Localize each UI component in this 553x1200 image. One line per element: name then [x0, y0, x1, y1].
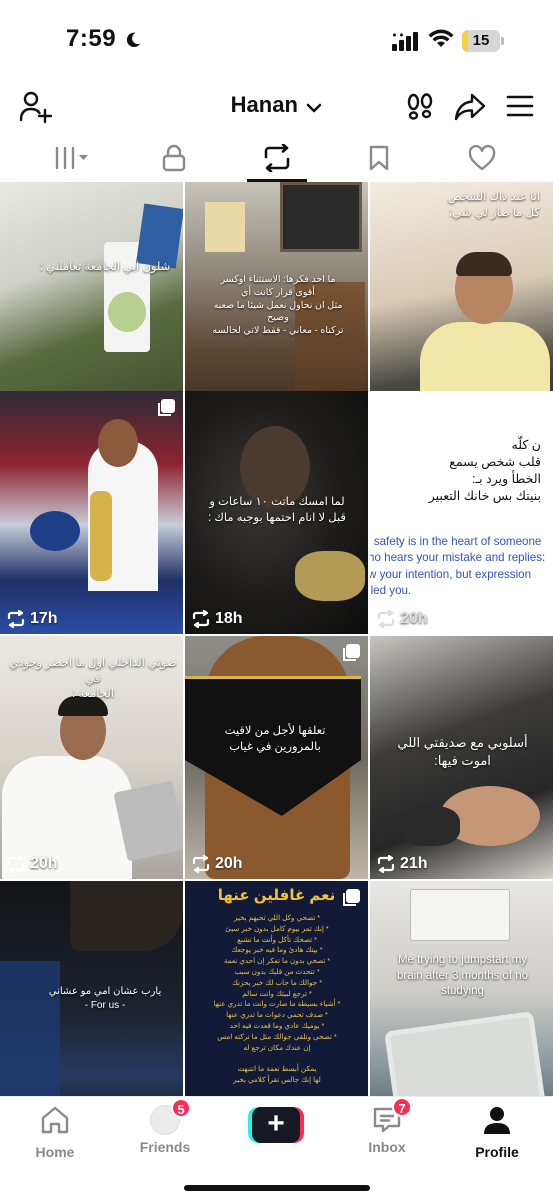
multi-photo-icon [343, 889, 360, 906]
overlay-caption: أسلوبي مع صديقتي اللي اموت فيها: [397, 735, 528, 768]
friends-badge: 5 [171, 1098, 191, 1118]
home-indicator [184, 1185, 370, 1191]
grid-item[interactable]: ن كلّه قلب شخص يسمع الخطأ ويرد بـ: بنيتك… [370, 391, 553, 634]
moon-icon [126, 32, 141, 48]
repost-icon [377, 610, 395, 628]
overlay-caption-arabic: ن كلّه قلب شخص يسمع الخطأ ويرد بـ: بنيتك… [428, 438, 541, 503]
wifi-icon [428, 29, 454, 47]
plus-icon: + [252, 1107, 300, 1143]
view-count: 21h [376, 855, 428, 873]
home-icon [41, 1106, 69, 1134]
overlay-caption-english: l safety is in the heart of someone ho h… [370, 535, 546, 598]
nav-label-profile: Profile [475, 1144, 519, 1160]
overlay-caption: تعلقها لأجل من لاقيت بالمرورين في غياب [224, 725, 326, 753]
repost-icon [377, 855, 395, 873]
repost-icon [7, 610, 25, 628]
view-count: 20h [6, 855, 58, 873]
share-icon[interactable] [454, 92, 486, 122]
grid-item[interactable]: نعم غافلين عنها * تصحي وكل اللي تحبهم بخ… [185, 881, 368, 1096]
profile-header: Hanan [0, 80, 553, 130]
inbox-icon: 7 [372, 1097, 412, 1135]
overlay-caption: لما امسك ماتت ١٠ ساعات و قبل لا انام احت… [208, 496, 346, 524]
tab-videos[interactable] [17, 134, 127, 182]
overlay-caption: شلون ابي الجامعة تعاملني : [39, 261, 171, 273]
repost-icon [264, 144, 290, 172]
battery-icon: 15 [462, 30, 504, 52]
tab-favorites[interactable] [324, 134, 434, 182]
repost-icon [192, 610, 210, 628]
lock-icon [162, 144, 186, 172]
overlay-caption: ما احد فكرها: الاستثناء اوكسر أقوى قرار … [212, 274, 344, 337]
nav-label-inbox: Inbox [368, 1139, 406, 1155]
multi-photo-icon [158, 399, 175, 416]
bookmark-icon [369, 145, 389, 171]
grid-item[interactable]: أسلوبي مع صديقتي اللي اموت فيها: 21h [370, 636, 553, 879]
view-count: 17h [6, 610, 58, 628]
chevron-down-icon [307, 103, 322, 113]
status-bar: 7:59 15 [0, 0, 553, 80]
footprints-icon[interactable] [405, 92, 435, 122]
grid-item[interactable]: شلون ابي الجامعة تعاملني : 1h [0, 182, 183, 425]
status-time: 7:59 [66, 25, 117, 52]
overlay-caption: * تصحي وكل اللي تحبهم بخير * إنك تمر بيو… [213, 913, 341, 1084]
multi-photo-icon [343, 644, 360, 661]
nav-inbox[interactable]: 7 Inbox [342, 1097, 432, 1163]
grid-item[interactable]: صوتي الداخلي اول ما احضر وجودي في الجامع… [0, 636, 183, 879]
nav-profile[interactable]: Profile [452, 1103, 542, 1163]
grid-item[interactable]: لما امسك ماتت ١٠ ساعات و قبل لا انام احت… [185, 391, 368, 634]
battery-level: 15 [472, 32, 490, 49]
grid-item[interactable]: ما احد فكرها: الاستثناء اوكسر أقوى قرار … [185, 182, 368, 425]
menu-icon[interactable] [506, 94, 534, 118]
overlay-caption: صوتي الداخلي اول ما احضر وجودي في الجامع… [9, 657, 177, 701]
friends-icon: 5 [150, 1098, 191, 1135]
tab-liked[interactable] [427, 134, 537, 182]
view-count: 18h [191, 610, 243, 628]
grid-icon [55, 146, 88, 170]
nav-friends[interactable]: 5 Friends [120, 1098, 210, 1163]
repost-icon [7, 855, 25, 873]
nav-home[interactable]: Home [10, 1103, 100, 1163]
cellular-signal-icon [392, 32, 418, 51]
inbox-badge: 7 [392, 1097, 412, 1117]
grid-item[interactable]: Me trying to jumpstart my brain after 3 … [370, 881, 553, 1096]
view-count: 20h [191, 855, 243, 873]
nav-label-home: Home [35, 1144, 75, 1160]
grid-item[interactable]: انا عند ذاك الشخص كل ما صار لي شي: 17h [370, 182, 553, 425]
create-button[interactable]: + [248, 1107, 304, 1143]
overlay-caption: انا عند ذاك الشخص كل ما صار لي شي: [447, 191, 540, 219]
nav-label-friends: Friends [139, 1139, 191, 1155]
repost-grid: شلون ابي الجامعة تعاملني : 1h ما احد فكر… [0, 182, 553, 1096]
view-count: 20h [376, 610, 428, 628]
profile-tabs [0, 134, 553, 182]
profile-icon [484, 1107, 510, 1134]
grid-item[interactable]: تعلقها لأجل من لاقيت بالمرورين في غياب 2… [185, 636, 368, 879]
heart-icon [468, 145, 496, 171]
grid-item[interactable]: يارب عشان امي مو عشاني - For us - [0, 881, 183, 1096]
repost-icon [192, 855, 210, 873]
username: Hanan [230, 92, 298, 117]
overlay-caption: يارب عشان امي مو عشاني - For us - [48, 986, 162, 1011]
tab-private[interactable] [119, 134, 229, 182]
overlay-title: نعم غافلين عنها [217, 887, 336, 904]
grid-item[interactable]: 17h [0, 391, 183, 634]
tab-reposts[interactable] [222, 134, 332, 182]
overlay-caption: Me trying to jumpstart my brain after 3 … [396, 954, 529, 998]
